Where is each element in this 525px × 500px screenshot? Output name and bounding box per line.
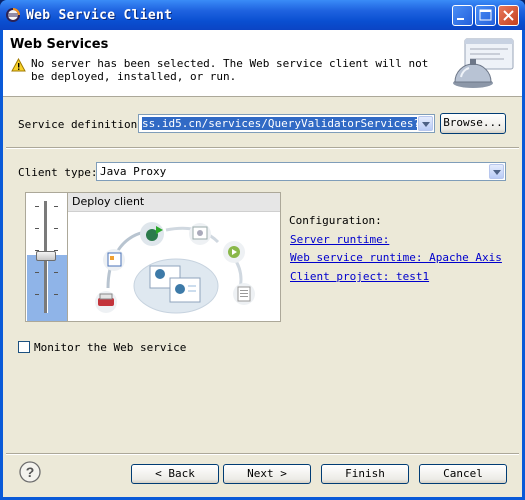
minimize-button[interactable] [452,5,473,26]
service-definition-label: Service definition: [18,118,144,131]
wizard-header: Web Services No server has been selected… [3,30,522,97]
slider-tick [35,272,39,273]
client-project-link[interactable]: Client project: test1 [290,270,429,283]
chevron-down-icon[interactable] [418,116,433,131]
slider-tick [54,206,58,207]
client-type-label: Client type: [18,166,98,179]
server-runtime-link[interactable]: Server runtime: [290,233,389,246]
cancel-button[interactable]: Cancel [419,464,507,484]
maximize-button[interactable] [475,5,496,26]
separator [6,453,519,455]
client-type-value: Java Proxy [100,165,167,178]
configuration-heading: Configuration: [289,214,382,227]
slider-tick [35,294,39,295]
separator [6,147,519,149]
monitor-label[interactable]: Monitor the Web service [34,341,186,354]
slider-tick [54,228,58,229]
wizard-body: Web Services No server has been selected… [3,30,522,497]
warning-message: No server has been selected. The Web ser… [31,57,429,83]
browse-button[interactable]: Browse... [440,113,506,134]
minimize-icon [457,18,464,20]
close-button[interactable] [498,5,519,26]
eclipse-icon [6,8,20,22]
svg-text:?: ? [26,464,35,480]
chevron-down-icon[interactable] [489,164,504,179]
client-level-slider[interactable] [25,192,69,322]
wizard-window: Web Service Client Web Services No serve… [0,0,525,500]
next-button[interactable]: Next > [223,464,311,484]
web-service-banner-icon [453,38,514,88]
monitor-checkbox[interactable] [18,341,30,353]
client-type-combo[interactable]: Java Proxy [96,162,506,181]
maximize-icon [479,9,492,21]
window-title: Web Service Client [26,8,173,23]
finish-button[interactable]: Finish [321,464,409,484]
slider-tick [35,228,39,229]
deploy-client-diagram-icon [95,222,255,314]
deploy-diagram: Deploy client [67,192,281,322]
slider-tick [35,206,39,207]
slider-tick [54,294,58,295]
service-definition-combo[interactable]: ss.id5.cn/services/QueryValidatorService… [138,114,435,133]
back-button[interactable]: < Back [131,464,219,484]
service-definition-value: ss.id5.cn/services/QueryValidatorService… [142,117,417,130]
help-icon[interactable]: ? [19,461,41,483]
warning-icon [11,58,26,72]
diagram-heading-text: Deploy client [72,195,145,208]
close-icon [503,10,514,21]
slider-thumb[interactable] [36,251,56,261]
diagram-heading: Deploy client [68,193,280,212]
web-service-runtime-link[interactable]: Web service runtime: Apache Axis [290,251,502,264]
title-bar[interactable]: Web Service Client [0,0,525,30]
page-title: Web Services [10,37,109,52]
slider-tick [54,272,58,273]
